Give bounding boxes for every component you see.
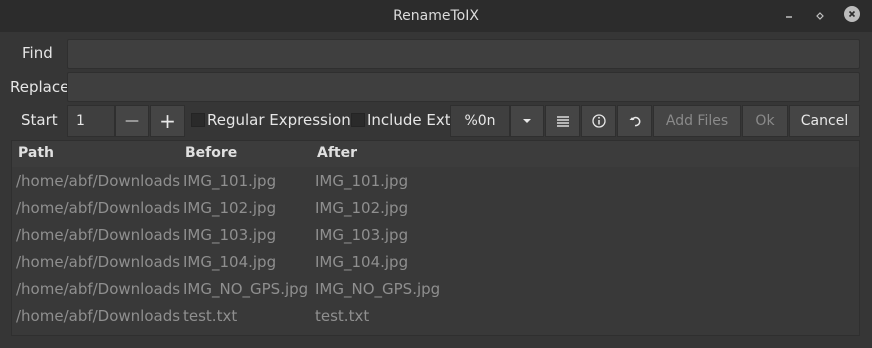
cell-path: /home/abf/Downloads xyxy=(16,199,181,217)
regex-label: Regular Expression xyxy=(207,111,351,129)
replace-field[interactable] xyxy=(67,72,860,102)
replace-label: Replace xyxy=(10,78,70,96)
maximize-icon[interactable] xyxy=(813,8,827,22)
cell-path: /home/abf/Downloads xyxy=(16,280,181,298)
increment-button[interactable]: + xyxy=(150,105,185,137)
find-field[interactable] xyxy=(67,39,860,69)
add-files-label: Add Files xyxy=(665,113,729,129)
cell-before: IMG_102.jpg xyxy=(183,199,277,217)
start-value: 1 xyxy=(76,113,85,129)
close-icon[interactable] xyxy=(844,6,860,22)
cell-after: IMG_101.jpg xyxy=(315,172,409,190)
undo-button[interactable] xyxy=(617,105,652,137)
cell-path: /home/abf/Downloads xyxy=(16,172,181,190)
include-ext-label: Include Ext xyxy=(367,111,451,129)
start-label: Start xyxy=(21,111,58,129)
cancel-button[interactable]: Cancel xyxy=(789,105,860,137)
list-button[interactable] xyxy=(545,105,580,137)
regex-checkbox[interactable] xyxy=(191,113,205,127)
decrement-button[interactable]: — xyxy=(115,105,149,137)
cell-after: IMG_104.jpg xyxy=(315,253,409,271)
ok-button[interactable]: Ok xyxy=(742,105,788,137)
cancel-label: Cancel xyxy=(800,113,849,129)
table-row[interactable]: /home/abf/Downloads IMG_103.jpg IMG_103.… xyxy=(12,222,859,249)
table-row[interactable]: /home/abf/Downloads IMG_101.jpg IMG_101.… xyxy=(12,168,859,195)
cell-after: test.txt xyxy=(315,307,370,325)
cell-before: test.txt xyxy=(183,307,238,325)
plus-icon: + xyxy=(159,109,176,133)
cell-before: IMG_101.jpg xyxy=(183,172,277,190)
cell-before: IMG_NO_GPS.jpg xyxy=(183,280,309,298)
replace-input[interactable] xyxy=(68,73,859,101)
find-input[interactable] xyxy=(68,40,859,68)
column-header-after[interactable]: After xyxy=(317,145,357,161)
pattern-select[interactable]: %0n xyxy=(450,105,510,137)
start-spinbox[interactable]: 1 xyxy=(67,105,115,137)
table-row[interactable]: /home/abf/Downloads IMG_NO_GPS.jpg IMG_N… xyxy=(12,276,859,303)
list-icon xyxy=(556,116,569,127)
cell-path: /home/abf/Downloads xyxy=(16,307,181,325)
undo-icon xyxy=(629,116,640,127)
minimize-icon[interactable] xyxy=(782,8,796,22)
window-title: RenameToIX xyxy=(393,8,479,24)
table-row[interactable]: /home/abf/Downloads IMG_102.jpg IMG_102.… xyxy=(12,195,859,222)
cell-path: /home/abf/Downloads xyxy=(16,253,181,271)
cell-path: /home/abf/Downloads xyxy=(16,226,181,244)
cell-before: IMG_103.jpg xyxy=(183,226,277,244)
include-ext-checkbox[interactable] xyxy=(351,113,365,127)
chevron-down-icon xyxy=(523,119,531,123)
find-label: Find xyxy=(22,44,53,62)
pattern-dropdown-button[interactable] xyxy=(510,105,544,137)
table-row[interactable]: /home/abf/Downloads test.txt test.txt xyxy=(12,303,859,330)
info-icon xyxy=(591,114,606,128)
table-row[interactable]: /home/abf/Downloads IMG_104.jpg IMG_104.… xyxy=(12,249,859,276)
cell-after: IMG_NO_GPS.jpg xyxy=(315,280,441,298)
cell-before: IMG_104.jpg xyxy=(183,253,277,271)
file-table[interactable]: Path Before After /home/abf/Downloads IM… xyxy=(11,140,860,336)
info-button[interactable] xyxy=(581,105,616,137)
column-header-before[interactable]: Before xyxy=(185,145,237,161)
minus-icon: — xyxy=(125,113,139,129)
pattern-value: %0n xyxy=(464,113,496,129)
title-bar[interactable]: RenameToIX xyxy=(0,0,872,32)
add-files-button[interactable]: Add Files xyxy=(653,105,741,137)
cell-after: IMG_102.jpg xyxy=(315,199,409,217)
column-header-path[interactable]: Path xyxy=(18,145,54,161)
rename-window: RenameToIX Find Replace Start 1 — + Regu… xyxy=(0,0,872,348)
cell-after: IMG_103.jpg xyxy=(315,226,409,244)
ok-label: Ok xyxy=(755,113,775,129)
table-header: Path Before After xyxy=(12,141,859,167)
